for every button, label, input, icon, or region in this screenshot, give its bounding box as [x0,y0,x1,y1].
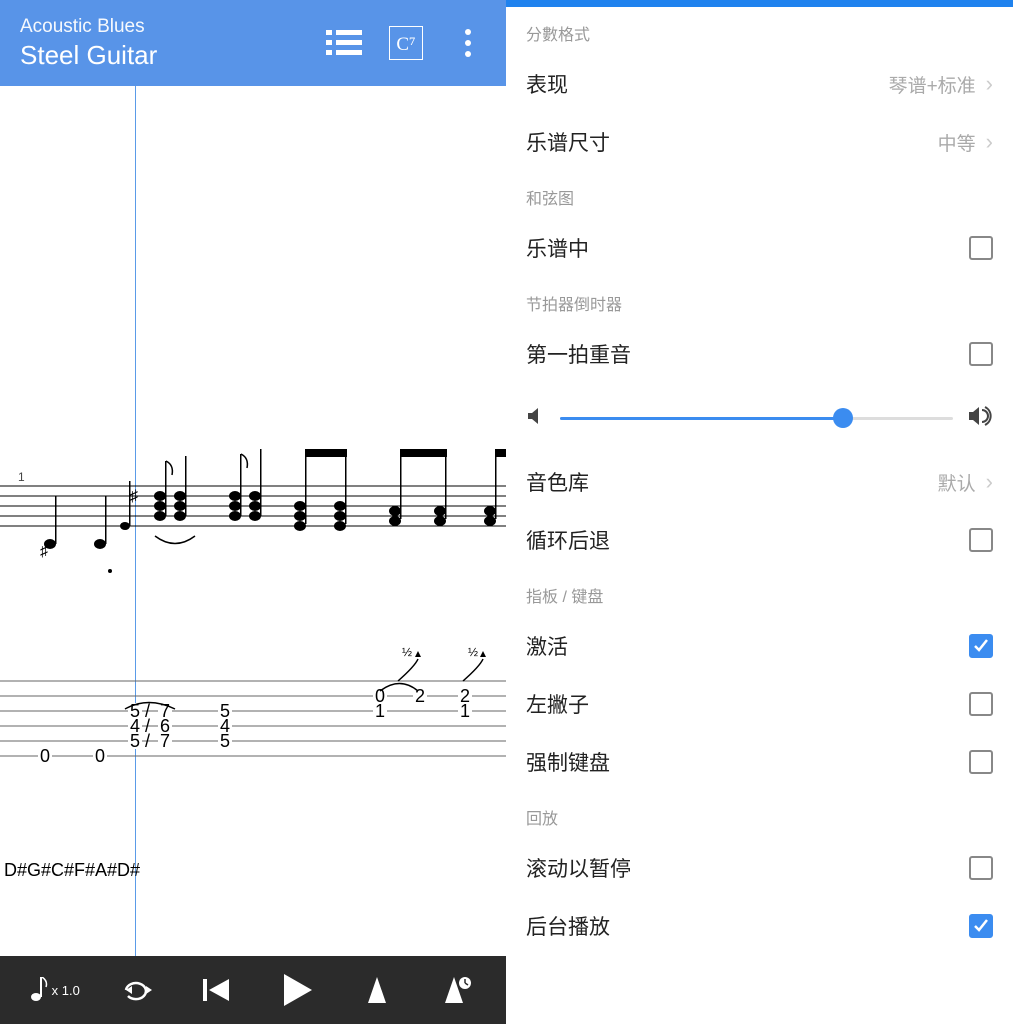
play-button[interactable] [278,970,318,1010]
row-label: 音色库 [526,467,938,497]
svg-text:½: ½ [468,645,478,659]
section-score-format: 分數格式 [506,7,1013,55]
checkbox[interactable] [969,528,993,552]
row-soundbank[interactable]: 音色库 默认 › [506,453,1013,511]
svg-text:5: 5 [220,731,230,751]
row-label: 乐谱尺寸 [526,127,938,157]
score-area[interactable]: 1 ♯ ♯ [0,86,506,956]
section-fretboard: 指板 / 键盘 [506,569,1013,617]
row-label: 第一拍重音 [526,339,969,369]
row-force-keyboard[interactable]: 强制键盘 [506,733,1013,791]
row-value: 默认 [938,469,976,496]
svg-text:0: 0 [40,746,50,766]
row-background-play[interactable]: 后台播放 [506,897,1013,955]
svg-text:1: 1 [18,470,25,484]
row-label: 乐谱中 [526,233,969,263]
loop-button[interactable] [119,970,159,1010]
svg-text:½: ½ [402,645,412,659]
row-value: 琴谱+标准 [889,71,976,98]
section-metronome: 节拍器倒时器 [506,277,1013,325]
song-title: Acoustic Blues [20,16,326,38]
checkbox[interactable] [969,634,993,658]
row-value: 中等 [938,129,976,156]
row-loop-rewind[interactable]: 循环后退 [506,511,1013,569]
chevron-right-icon: › [986,71,993,97]
row-label: 循环后退 [526,525,969,555]
volume-high-icon [967,405,993,432]
tempo-button[interactable]: x 1.0 [30,977,80,1003]
volume-low-icon [526,406,546,431]
svg-text:1: 1 [375,701,385,721]
metronome-button[interactable] [357,970,397,1010]
volume-slider[interactable] [560,417,953,420]
more-icon[interactable] [450,25,486,61]
row-scroll-pause[interactable]: 滚动以暂停 [506,839,1013,897]
row-label: 激活 [526,631,969,661]
svg-text:7: 7 [160,731,170,751]
checkbox[interactable] [969,342,993,366]
volume-slider-row [506,383,1013,453]
checkbox[interactable] [969,914,993,938]
svg-text:/: / [145,731,150,751]
checkbox[interactable] [969,692,993,716]
tempo-label: x 1.0 [52,983,80,998]
row-label: 表现 [526,69,889,99]
checkbox[interactable] [969,750,993,774]
chevron-right-icon: › [986,469,993,495]
track-title: Steel Guitar [20,40,326,71]
row-label: 后台播放 [526,911,969,941]
section-chord-diagram: 和弦图 [506,171,1013,219]
chevron-right-icon: › [986,129,993,155]
row-label: 强制键盘 [526,747,969,777]
svg-text:5: 5 [130,731,140,751]
row-label: 左撇子 [526,689,969,719]
chord-icon[interactable]: C⁷ [388,25,424,61]
track-list-icon[interactable] [326,25,362,61]
top-bar: Acoustic Blues Steel Guitar C⁷ [0,0,506,86]
row-lefty[interactable]: 左撇子 [506,675,1013,733]
checkbox[interactable] [969,236,993,260]
section-playback: 回放 [506,791,1013,839]
right-header-bar [506,0,1013,7]
svg-text:♯: ♯ [130,488,138,505]
svg-text:0: 0 [95,746,105,766]
row-first-beat-accent[interactable]: 第一拍重音 [506,325,1013,383]
settings-panel[interactable]: 分數格式 表现 琴谱+标准 › 乐谱尺寸 中等 › 和弦图 乐谱中 节拍器倒时器… [506,7,1013,1024]
playback-bar: x 1.0 [0,956,506,1024]
svg-text:C⁷: C⁷ [396,34,415,55]
rewind-button[interactable] [198,970,238,1010]
tablature: 0 0 5 4 5 /// 7 6 7 5 4 5 [0,641,506,821]
standard-notation: 1 ♯ ♯ [0,386,506,586]
row-display[interactable]: 表现 琴谱+标准 › [506,55,1013,113]
row-score-size[interactable]: 乐谱尺寸 中等 › [506,113,1013,171]
countdown-button[interactable] [436,970,476,1010]
tuning-text: D#G#C#F#A#D# [4,860,140,881]
checkbox[interactable] [969,856,993,880]
row-activate[interactable]: 激活 [506,617,1013,675]
svg-text:1: 1 [460,701,470,721]
row-in-score[interactable]: 乐谱中 [506,219,1013,277]
row-label: 滚动以暂停 [526,853,969,883]
